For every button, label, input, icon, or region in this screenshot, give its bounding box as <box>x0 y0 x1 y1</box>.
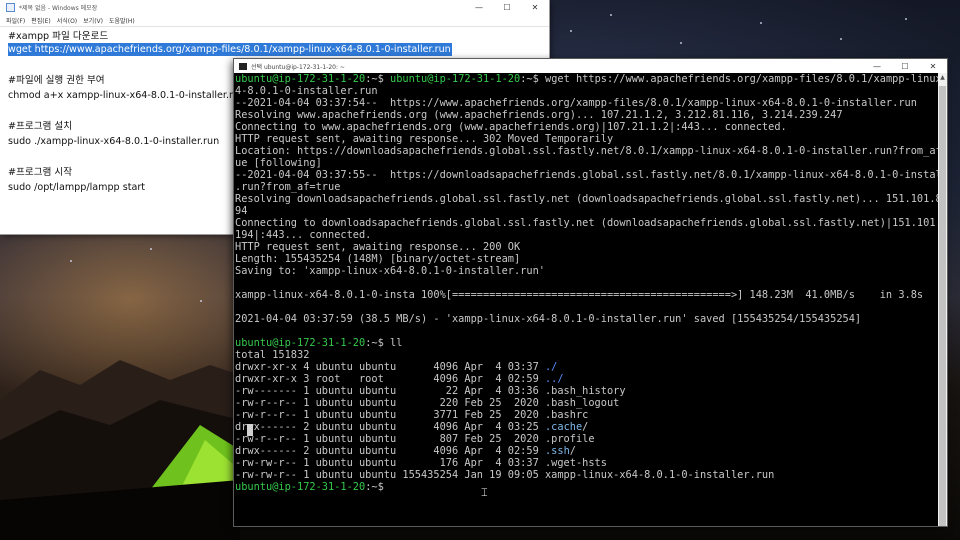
terminal-line: .run?from_af=true <box>235 181 341 193</box>
star <box>680 42 682 44</box>
maximize-button[interactable]: ☐ <box>493 0 521 14</box>
menu-format[interactable]: 서식(O) <box>57 16 77 25</box>
prompt-user: ubuntu@ip-172-31-1-20 <box>235 337 366 349</box>
path-slash: / <box>582 421 589 433</box>
terminal-line: ubuntu@ip-172-31-1-20:~$ ubuntu@ip-172-3… <box>235 73 938 85</box>
directory-name: ./ <box>544 361 558 373</box>
listing-meta: drwx------ 2 ubuntu ubuntu 4096 Apr 4 03… <box>235 421 545 433</box>
menu-view[interactable]: 보기(V) <box>83 16 103 25</box>
text-line: #프로그램 시작 <box>8 167 73 178</box>
terminal-line: Length: 155435254 (148M) [binary/octet-s… <box>235 253 521 265</box>
progress-line: xampp-linux-x64-8.0.1-0-insta 100%[=====… <box>235 289 924 301</box>
listing-meta: drwxr-xr-x 4 ubuntu ubuntu 4096 Apr 4 03… <box>235 361 545 373</box>
menu-edit[interactable]: 편집(E) <box>31 16 51 25</box>
terminal-line: total 151832 <box>235 349 310 361</box>
terminal-line: Saving to: 'xampp-linux-x64-8.0.1-0-inst… <box>235 265 545 277</box>
path-slash: / <box>569 445 576 457</box>
terminal-line: HTTP request sent, awaiting response... … <box>235 241 521 253</box>
directory-name: .cache <box>544 421 583 433</box>
close-button[interactable]: ✕ <box>919 59 947 73</box>
close-button[interactable]: ✕ <box>521 0 549 14</box>
star <box>570 30 572 32</box>
mountain-tent-scene <box>0 360 240 540</box>
scroll-up-arrow-icon[interactable]: ▲ <box>938 73 947 82</box>
text-line: chmod a+x xampp-linux-x64-8.0.1-0-instal… <box>8 90 240 101</box>
terminal-line: 194|:443... connected. <box>235 229 372 241</box>
menu-file[interactable]: 파일(F) <box>6 16 25 25</box>
terminal-line: HTTP request sent, awaiting response... … <box>235 133 614 145</box>
menu-help[interactable]: 도움말(H) <box>109 16 135 25</box>
terminal-titlebar[interactable]: 선택 ubuntu@ip-172-31-1-20: ~ — ☐ ✕ <box>234 59 947 73</box>
terminal-line: ubuntu@ip-172-31-1-20:~$ ll <box>235 337 402 349</box>
prompt-path: :~$ <box>520 73 539 85</box>
directory-name: .ssh <box>544 445 570 457</box>
star <box>840 38 842 40</box>
terminal-line: Location: https://downloadsapachefriends… <box>235 145 938 157</box>
terminal-output[interactable]: ubuntu@ip-172-31-1-20:~$ ubuntu@ip-172-3… <box>234 73 938 526</box>
directory-name: ../ <box>544 373 564 385</box>
terminal-window[interactable]: 선택 ubuntu@ip-172-31-1-20: ~ — ☐ ✕ ubuntu… <box>234 59 947 526</box>
text-line: sudo ./xampp-linux-x64-8.0.1-0-installer… <box>8 136 220 147</box>
mouse-pointer-icon: ⌶ <box>481 486 488 499</box>
prompt-path: :~$ <box>365 337 384 349</box>
terminal-app-icon <box>239 62 247 70</box>
text-cursor <box>247 424 253 436</box>
prompt-user: ubuntu@ip-172-31-1-20 <box>235 481 366 493</box>
selected-text-line: wget https://www.apachefriends.org/xampp… <box>8 43 452 56</box>
listing-row: -rw-r--r-- 1 ubuntu ubuntu 3771 Feb 25 2… <box>235 409 589 421</box>
prompt-path: :~$ <box>365 481 384 493</box>
star <box>760 22 762 24</box>
prompt-path: :~$ <box>365 73 384 85</box>
star <box>610 14 612 16</box>
current-prompt: ubuntu@ip-172-31-1-20:~$ <box>235 481 384 493</box>
star <box>200 300 202 302</box>
terminal-title: 선택 ubuntu@ip-172-31-1-20: ~ <box>251 63 345 71</box>
terminal-line: 94 <box>235 205 248 217</box>
minimize-button[interactable]: — <box>863 59 891 73</box>
terminal-line: Connecting to www.apachefriends.org (www… <box>235 121 787 133</box>
star <box>150 248 152 250</box>
terminal-line: --2021-04-04 03:37:55-- https://download… <box>235 169 938 181</box>
minimize-button[interactable]: — <box>465 0 493 14</box>
maximize-button[interactable]: ☐ <box>891 59 919 73</box>
notepad-menubar: 파일(F) 편집(E) 서식(O) 보기(V) 도움말(H) <box>0 14 549 26</box>
star <box>905 18 907 20</box>
listing-row: -rw-r--r-- 1 ubuntu ubuntu 807 Feb 25 20… <box>235 433 595 445</box>
terminal-line: --2021-04-04 03:37:54-- https://www.apac… <box>235 97 917 109</box>
scroll-thumb[interactable] <box>939 86 946 526</box>
text-line: #파일에 실행 권한 부여 <box>8 75 105 86</box>
listing-row: drwxr-xr-x 3 root root 4096 Apr 4 02:59 … <box>235 373 564 385</box>
prompt-user: ubuntu@ip-172-31-1-20 <box>390 73 521 85</box>
listing-meta: drwxr-xr-x 3 root root 4096 Apr 4 02:59 <box>235 373 545 385</box>
listing-row: drwx------ 2 ubuntu ubuntu 4096 Apr 4 02… <box>235 445 576 457</box>
terminal-line: Connecting to downloadsapachefriends.glo… <box>235 217 938 229</box>
prompt-user: ubuntu@ip-172-31-1-20 <box>235 73 366 85</box>
listing-row: drwxr-xr-x 4 ubuntu ubuntu 4096 Apr 4 03… <box>235 361 557 373</box>
terminal-scrollbar[interactable]: ▲ <box>938 73 947 526</box>
text-line: #xampp 파일 다운로드 <box>8 31 109 42</box>
listing-row: -rw-rw-r-- 1 ubuntu ubuntu 176 Apr 4 03:… <box>235 457 607 469</box>
terminal-line: ue [following] <box>235 157 322 169</box>
text-line: sudo /opt/lampp/lampp start <box>8 182 146 193</box>
notepad-title: *제목 없음 - Windows 메모장 <box>19 4 98 12</box>
terminal-line: Resolving www.apachefriends.org (www.apa… <box>235 109 843 121</box>
listing-row: drwx------ 2 ubuntu ubuntu 4096 Apr 4 03… <box>235 421 588 433</box>
text-line: #프로그램 설치 <box>8 121 73 132</box>
notepad-titlebar[interactable]: *제목 없음 - Windows 메모장 — ☐ ✕ <box>0 0 549 14</box>
terminal-line: Resolving downloadsapachefriends.global.… <box>235 193 938 205</box>
terminal-line: 4-8.0.1-0-installer.run <box>235 85 378 97</box>
listing-row: -rw------- 1 ubuntu ubuntu 22 Apr 4 03:3… <box>235 385 626 397</box>
star <box>70 260 72 262</box>
terminal-line: 2021-04-04 03:37:59 (38.5 MB/s) - 'xampp… <box>235 313 862 325</box>
command-text: ll <box>383 337 403 349</box>
command-text: wget https://www.apachefriends.org/xampp… <box>538 73 938 85</box>
listing-row: -rw-rw-r-- 1 ubuntu ubuntu 155435254 Jan… <box>235 469 775 481</box>
notepad-app-icon <box>6 2 15 12</box>
listing-row: -rw-r--r-- 1 ubuntu ubuntu 220 Feb 25 20… <box>235 397 620 409</box>
listing-meta: drwx------ 2 ubuntu ubuntu 4096 Apr 4 02… <box>235 445 545 457</box>
